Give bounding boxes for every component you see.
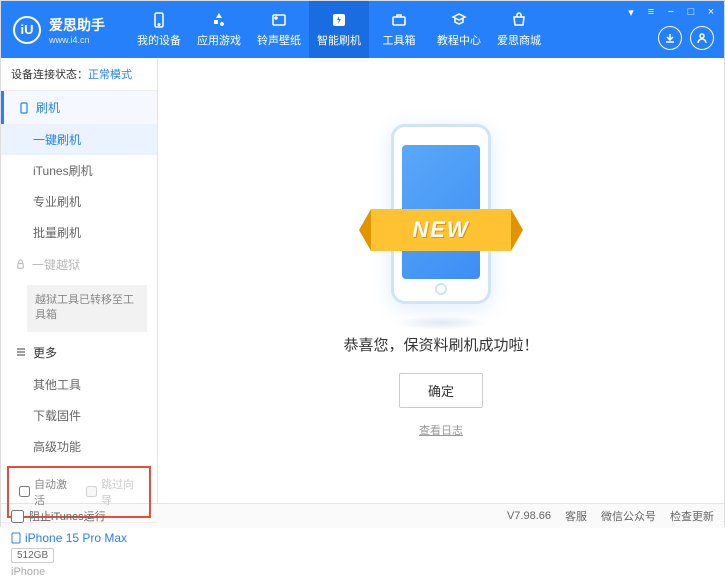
sidebar-item-pro-flash[interactable]: 专业刷机 — [1, 186, 157, 217]
main-content: NEW 恭喜您，保资料刷机成功啦！ 确定 查看日志 — [158, 58, 724, 503]
nav-ringtones[interactable]: 铃声壁纸 — [249, 1, 309, 58]
toolbox-icon — [390, 11, 408, 29]
auto-activate-input[interactable] — [19, 486, 30, 497]
body-area: 设备连接状态：正常模式 刷机 一键刷机 iTunes刷机 专业刷机 批量刷机 一… — [1, 58, 724, 503]
sidebar: 设备连接状态：正常模式 刷机 一键刷机 iTunes刷机 专业刷机 批量刷机 一… — [1, 58, 158, 503]
close-icon[interactable]: × — [704, 5, 718, 19]
sidebar-item-download-firmware[interactable]: 下载固件 — [1, 400, 157, 431]
sidebar-item-batch-flash[interactable]: 批量刷机 — [1, 217, 157, 248]
device-name: iPhone 15 Pro Max — [11, 531, 147, 545]
main-nav: 我的设备 应用游戏 铃声壁纸 智能刷机 工具箱 教程中心 爱思商城 — [129, 1, 549, 58]
window-controls: ▾ ≡ − □ × — [624, 5, 718, 19]
sidebar-section-flash[interactable]: 刷机 — [1, 91, 157, 124]
device-status: 设备连接状态：正常模式 — [1, 58, 157, 91]
options-icon[interactable]: ≡ — [644, 5, 658, 19]
sidebar-item-itunes-flash[interactable]: iTunes刷机 — [1, 155, 157, 186]
checkbox-auto-activate[interactable]: 自动激活 — [19, 476, 72, 508]
logo-area: iU 爱思助手 www.i4.cn — [1, 15, 117, 45]
app-header: iU 爱思助手 www.i4.cn 我的设备 应用游戏 铃声壁纸 智能刷机 工具… — [1, 1, 724, 58]
more-icon — [15, 346, 27, 358]
confirm-button[interactable]: 确定 — [399, 373, 483, 408]
view-log-link[interactable]: 查看日志 — [419, 422, 463, 438]
skip-guide-input[interactable] — [86, 486, 97, 497]
device-phone-icon — [11, 532, 21, 544]
menu-icon[interactable]: ▾ — [624, 5, 638, 19]
sidebar-section-more[interactable]: 更多 — [1, 336, 157, 369]
app-url: www.i4.cn — [49, 35, 105, 45]
device-info[interactable]: iPhone 15 Pro Max 512GB iPhone — [1, 522, 157, 586]
footer-link-support[interactable]: 客服 — [565, 508, 587, 524]
success-message: 恭喜您，保资料刷机成功啦！ — [343, 334, 538, 355]
logo-icon: iU — [13, 16, 41, 44]
phone-icon — [150, 11, 168, 29]
user-button[interactable] — [690, 26, 714, 50]
block-itunes-label: 阻止iTunes运行 — [29, 508, 106, 524]
footer-right: V7.98.66 客服 微信公众号 检查更新 — [507, 508, 714, 524]
app-title: 爱思助手 — [49, 15, 105, 35]
footer-link-wechat[interactable]: 微信公众号 — [601, 508, 656, 524]
nav-toolbox[interactable]: 工具箱 — [369, 1, 429, 58]
sidebar-jailbreak-note: 越狱工具已转移至工具箱 — [27, 285, 147, 332]
version-label: V7.98.66 — [507, 510, 551, 522]
nav-flash[interactable]: 智能刷机 — [309, 1, 369, 58]
nav-my-device[interactable]: 我的设备 — [129, 1, 189, 58]
wallpaper-icon — [270, 11, 288, 29]
footer-link-update[interactable]: 检查更新 — [670, 508, 714, 524]
device-type: iPhone — [11, 566, 147, 578]
sidebar-section-jailbreak[interactable]: 一键越狱 — [1, 248, 157, 281]
new-banner: NEW — [371, 209, 511, 251]
sidebar-item-oneclick-flash[interactable]: 一键刷机 — [1, 124, 157, 155]
nav-apps[interactable]: 应用游戏 — [189, 1, 249, 58]
minimize-icon[interactable]: − — [664, 5, 678, 19]
checkbox-skip-guide[interactable]: 跳过向导 — [86, 476, 139, 508]
apps-icon — [210, 11, 228, 29]
device-storage: 512GB — [11, 548, 54, 563]
nav-tutorials[interactable]: 教程中心 — [429, 1, 489, 58]
tutorial-icon — [450, 11, 468, 29]
sidebar-item-other-tools[interactable]: 其他工具 — [1, 369, 157, 400]
sidebar-item-advanced[interactable]: 高级功能 — [1, 431, 157, 462]
header-actions — [658, 26, 714, 50]
block-itunes-checkbox[interactable] — [11, 510, 24, 523]
store-icon — [510, 11, 528, 29]
download-button[interactable] — [658, 26, 682, 50]
flash-icon — [330, 11, 348, 29]
footer-left: 阻止iTunes运行 — [11, 508, 106, 524]
success-illustration: NEW — [381, 124, 501, 314]
nav-store[interactable]: 爱思商城 — [489, 1, 549, 58]
flash-section-icon — [18, 102, 30, 114]
lock-icon — [15, 259, 26, 270]
maximize-icon[interactable]: □ — [684, 5, 698, 19]
